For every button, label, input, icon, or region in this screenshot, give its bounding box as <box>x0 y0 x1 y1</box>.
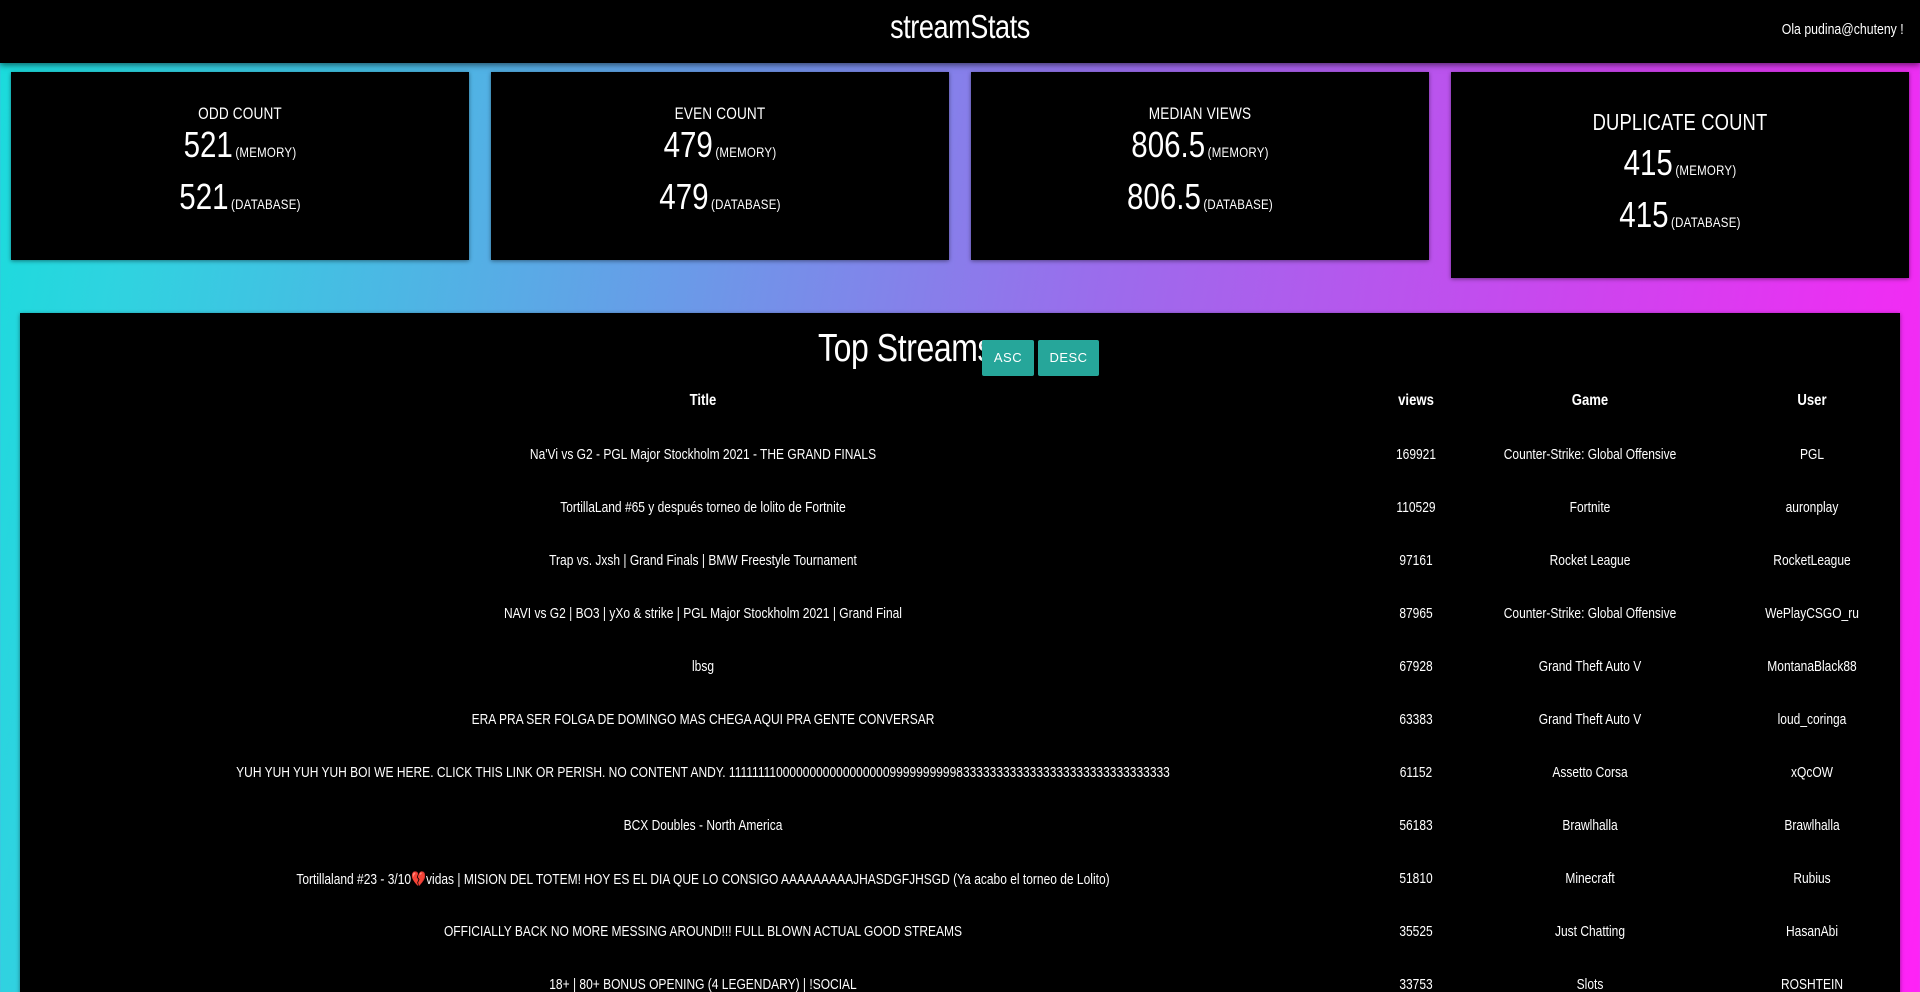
stat-label: DUPLICATE COUNT <box>1592 109 1768 135</box>
stat-database-label: (DATABASE) <box>711 196 781 212</box>
cell-user: RocketLeague <box>1773 552 1851 569</box>
stat-label: ODD COUNT <box>198 104 282 123</box>
cell-game: Rocket League <box>1549 552 1631 569</box>
stat-memory-label: (MEMORY) <box>1675 162 1737 178</box>
cell-title: NAVI vs G2 | BO3 | yXo & strike | PGL Ma… <box>504 605 902 622</box>
cell-user: xQcOW <box>1791 764 1833 781</box>
stat-memory-label: (MEMORY) <box>235 144 297 160</box>
sort-desc-button[interactable]: DESC <box>1038 340 1099 376</box>
cell-views: 67928 <box>1399 658 1433 675</box>
top-streams-panel: Top Streams ASC DESC Title views Game Us… <box>20 313 1900 992</box>
cell-title: YUH YUH YUH YUH BOI WE HERE. CLICK THIS … <box>236 764 1170 781</box>
column-header-views: views <box>1398 392 1434 409</box>
stat-database-line: 415 (DATABASE) <box>1492 194 1868 236</box>
cell-user: ROSHTEIN <box>1780 976 1843 992</box>
cell-title: BCX Doubles - North America <box>623 817 783 834</box>
top-streams-title: Top Streams <box>818 327 994 370</box>
user-greeting: Ola pudina@chuteny ! <box>1782 21 1904 38</box>
cell-user: MontanaBlack88 <box>1767 658 1857 675</box>
cell-title: lbsg <box>691 658 715 675</box>
stat-database-label: (DATABASE) <box>1671 214 1741 230</box>
cell-views: 169921 <box>1395 446 1437 463</box>
stat-memory-line: 415 (MEMORY) <box>1492 142 1868 184</box>
cell-user: loud_coringa <box>1777 711 1847 728</box>
cell-user: PGL <box>1799 446 1824 463</box>
cell-views: 56183 <box>1399 817 1433 834</box>
cell-views: 97161 <box>1399 552 1433 569</box>
cell-views: 63383 <box>1399 711 1433 728</box>
stat-database-value: 806.5 <box>1127 176 1201 217</box>
stat-database-line: 521 (DATABASE) <box>52 176 428 218</box>
cell-game: Minecraft <box>1565 870 1615 887</box>
stat-memory-value: 806.5 <box>1131 124 1206 165</box>
cell-game: Grand Theft Auto V <box>1538 711 1642 728</box>
cell-game: Brawlhalla <box>1562 817 1618 834</box>
cell-title: Tortillaland #23 - 3/10💔vidas | MISION D… <box>296 871 1110 888</box>
stat-memory-line: 806.5 (MEMORY) <box>1012 124 1388 166</box>
cell-user: Rubius <box>1793 870 1831 887</box>
column-header-game: Game <box>1571 392 1609 409</box>
stat-database-line: 479 (DATABASE) <box>532 176 908 218</box>
even-count-card: EVEN COUNT 479 (MEMORY) 479 (DATABASE) <box>491 72 949 260</box>
column-header-title: Title <box>689 392 717 409</box>
cell-views: 87965 <box>1399 605 1433 622</box>
median-views-card: MEDIAN VIEWS 806.5 (MEMORY) 806.5 (DATABAS… <box>971 72 1429 260</box>
stat-database-value: 479 <box>659 176 709 217</box>
cell-views: 110529 <box>1396 499 1436 516</box>
stat-memory-label: (MEMORY) <box>1207 144 1269 160</box>
cell-game: Counter-Strike: Global Offensive <box>1503 446 1677 463</box>
cell-views: 35525 <box>1399 923 1433 940</box>
cell-game: Assetto Corsa <box>1552 764 1628 781</box>
stat-database-line: 806.5 (DATABASE) <box>1012 176 1388 218</box>
cell-game: Fortnite <box>1569 499 1611 516</box>
cell-user: Brawlhalla <box>1784 817 1840 834</box>
duplicate-count-card: DUPLICATE COUNT 415 (MEMORY) 415 (DATABASE… <box>1451 72 1909 278</box>
stat-label: MEDIAN VIEWS <box>1148 104 1252 123</box>
cell-user: WePlayCSGO_ru <box>1765 605 1859 622</box>
stat-database-value: 415 <box>1619 194 1669 235</box>
cell-user: auronplay <box>1785 499 1839 516</box>
stat-memory-value: 479 <box>663 124 713 165</box>
cell-title: TortillaLand #65 y después torneo de lol… <box>560 499 846 516</box>
top-navbar: streamStats Ola pudina@chuteny ! <box>0 0 1920 63</box>
cell-title: OFFICIALLY BACK NO MORE MESSING AROUND!!… <box>443 923 963 940</box>
cell-views: 51810 <box>1399 870 1433 887</box>
cell-user: HasanAbi <box>1785 923 1839 940</box>
sort-asc-button[interactable]: ASC <box>982 340 1034 376</box>
cell-views: 33753 <box>1399 976 1433 992</box>
cell-game: Counter-Strike: Global Offensive <box>1503 605 1677 622</box>
cell-title: 18+ | 80+ BONUS OPENING (4 LEGENDARY) | … <box>549 976 857 992</box>
stat-memory-line: 479 (MEMORY) <box>532 124 908 166</box>
stat-label: EVEN COUNT <box>674 104 766 123</box>
cell-title: Na'Vi vs G2 - PGL Major Stockholm 2021 -… <box>529 446 877 463</box>
cell-views: 61152 <box>1399 764 1433 781</box>
cell-game: Slots <box>1576 976 1604 992</box>
stat-memory-value: 415 <box>1623 142 1673 183</box>
column-header-user: User <box>1797 392 1827 409</box>
stat-database-value: 521 <box>179 176 229 217</box>
stat-database-label: (DATABASE) <box>1203 196 1273 212</box>
stat-memory-value: 521 <box>183 124 233 165</box>
stat-memory-label: (MEMORY) <box>715 144 777 160</box>
cell-game: Just Chatting <box>1554 923 1626 940</box>
odd-count-card: ODD COUNT 521 (MEMORY) 521 (DATABASE) <box>11 72 469 260</box>
cell-title: ERA PRA SER FOLGA DE DOMINGO MAS CHEGA A… <box>471 711 935 728</box>
cell-title: Trap vs. Jxsh | Grand Finals | BMW Frees… <box>549 552 857 569</box>
stat-memory-line: 521 (MEMORY) <box>52 124 428 166</box>
stat-database-label: (DATABASE) <box>231 196 301 212</box>
app-title: streamStats <box>890 8 1030 45</box>
cell-game: Grand Theft Auto V <box>1538 658 1642 675</box>
